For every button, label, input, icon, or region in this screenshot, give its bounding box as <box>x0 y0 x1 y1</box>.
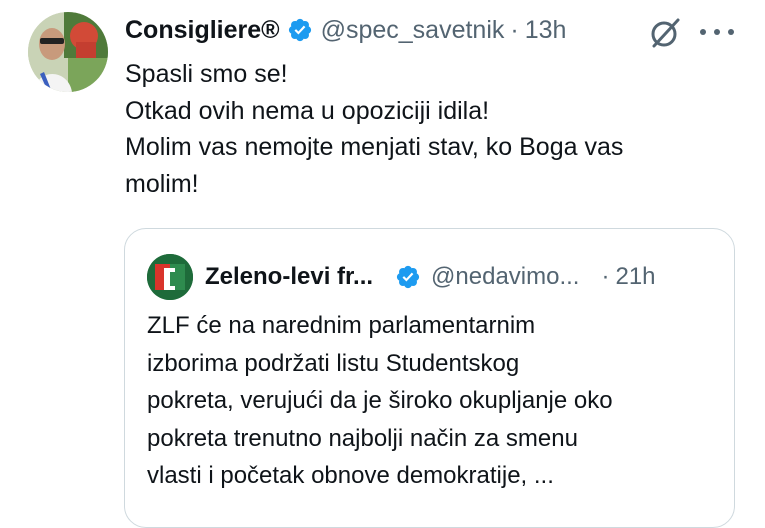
separator-dot: · <box>601 263 610 290</box>
verified-badge-icon[interactable] <box>287 17 313 43</box>
author-display-name[interactable]: Consigliere® <box>125 16 280 45</box>
tweet-text-line: Spasli smo se! <box>125 60 288 88</box>
zlf-logo-icon <box>147 254 193 300</box>
quoted-author-display-name[interactable]: Zeleno-levi fr... <box>205 263 373 291</box>
grok-icon[interactable] <box>648 16 682 50</box>
profile-photo-icon <box>28 12 108 92</box>
quoted-tweet-card[interactable]: Zeleno-levi fr... @nedavimo... · 21h ZLF… <box>124 228 735 528</box>
author-handle[interactable]: @spec_savetnik <box>321 16 505 45</box>
quoted-tweet-timestamp[interactable]: 21h <box>615 263 655 291</box>
separator-dot: · <box>510 15 519 44</box>
quoted-author-handle[interactable]: @nedavimo... <box>431 263 579 291</box>
quoted-tweet-header: Zeleno-levi fr... @nedavimo... · 21h <box>205 257 714 297</box>
quoted-tweet-text: ZLF će na narednim parlamentarnim izbori… <box>147 307 727 495</box>
quoted-text-line: vlasti i početak obnove demokratije, ... <box>147 462 554 489</box>
verified-badge-icon[interactable] <box>395 264 421 290</box>
tweet-timestamp[interactable]: 13h <box>525 16 567 45</box>
quoted-author-avatar[interactable] <box>147 254 193 300</box>
quoted-text-line: izborima podržati listu Studentskog <box>147 349 520 377</box>
tweet-header: Consigliere® @spec_savetnik · 13h <box>125 10 725 50</box>
tweet-text-line: Molim vas nemojte menjati stav, ko Boga … <box>125 133 624 161</box>
tweet-text-line: molim! <box>125 169 199 198</box>
quoted-text-line: pokreta, verujući da je široko okupljanj… <box>147 387 613 414</box>
tweet-text: Spasli smo se! Otkad ovih nema u opozici… <box>125 56 725 202</box>
more-icon[interactable] <box>700 19 734 45</box>
quoted-text-line: ZLF će na narednim parlamentarnim <box>147 312 536 339</box>
quoted-text-line: pokreta trenutno najbolji način za smenu <box>147 424 578 452</box>
tweet-text-line: Otkad ovih nema u opoziciji idila! <box>125 96 490 125</box>
author-avatar[interactable] <box>28 12 108 92</box>
